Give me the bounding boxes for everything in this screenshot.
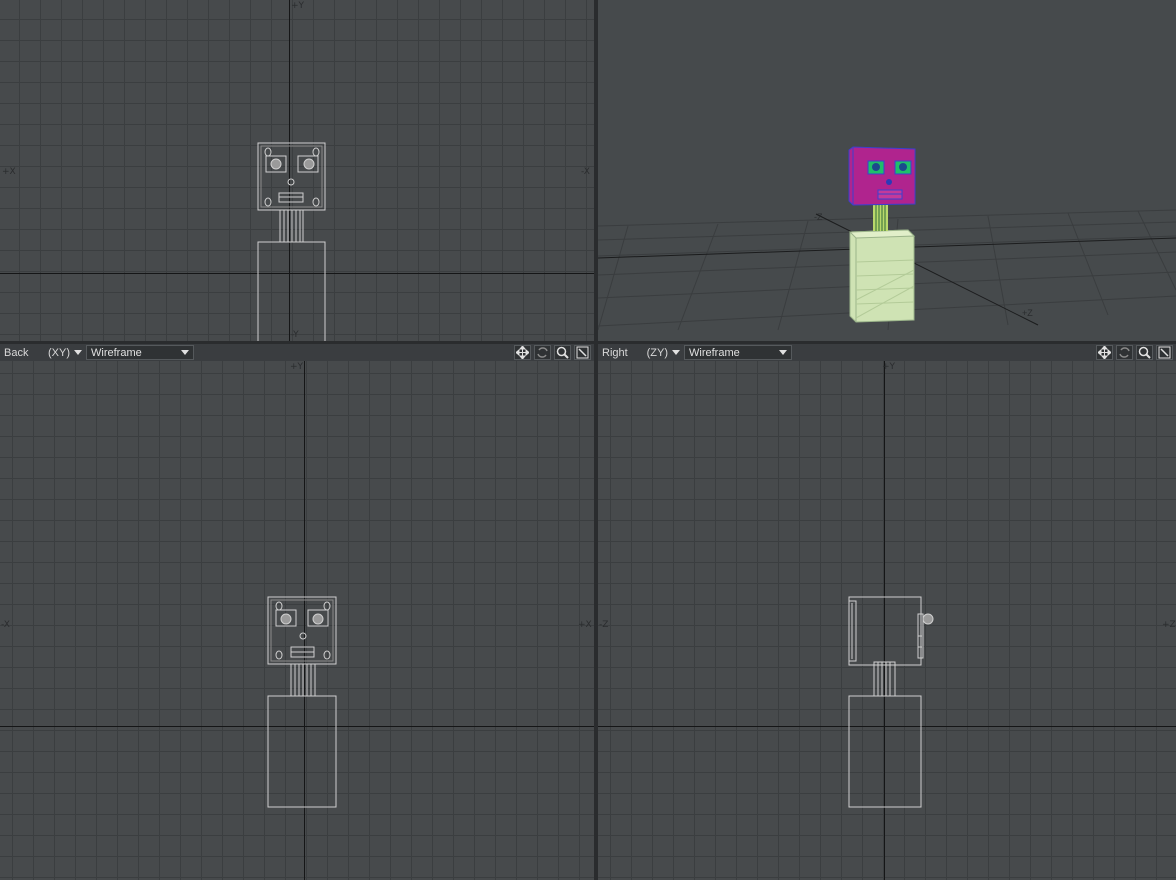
shading-dropdown[interactable]: Wireframe (86, 345, 194, 360)
viewport-perspective[interactable]: -Z +Z (598, 0, 1176, 341)
view-name: Right (602, 346, 628, 359)
shading-dropdown[interactable]: Wireframe (684, 345, 792, 360)
shading-label: Wireframe (91, 346, 142, 359)
maximize-button[interactable] (574, 345, 591, 360)
zoom-button[interactable] (554, 345, 571, 360)
chevron-down-icon (779, 350, 787, 355)
axis-pair-dropdown[interactable]: (ZY) (644, 347, 684, 359)
maximize-icon (576, 346, 589, 359)
robot-wireframe-side (848, 596, 934, 808)
viewport-back[interactable]: +Y -X +X (0, 361, 594, 880)
move-button[interactable] (1096, 345, 1113, 360)
axis-pair-label: (XY) (48, 346, 70, 359)
viewport-toolbar-back: Back (XY) Wireframe (0, 343, 594, 362)
zoom-icon (556, 346, 569, 359)
zoom-button[interactable] (1136, 345, 1153, 360)
rotate-button[interactable] (1116, 345, 1133, 360)
robot-wireframe-front (257, 142, 326, 341)
rotate-icon (1119, 347, 1130, 358)
robot-body (848, 229, 916, 323)
perspective-scene: -Z +Z (598, 146, 1176, 331)
move-icon (1098, 346, 1111, 359)
robot-head (848, 146, 916, 206)
maximize-button[interactable] (1156, 345, 1173, 360)
robot-neck (873, 205, 888, 231)
viewport-toolbar-right: Right (ZY) Wireframe (598, 343, 1176, 362)
maximize-icon (1158, 346, 1171, 359)
chevron-down-icon (74, 350, 82, 355)
chevron-down-icon (181, 350, 189, 355)
axis-label-z-neg: -Z (814, 212, 823, 222)
viewport-right[interactable]: +Y -Z +Z (598, 361, 1176, 880)
move-icon (516, 346, 529, 359)
axis-label-z-pos: +Z (1022, 308, 1033, 318)
zoom-icon (1138, 346, 1151, 359)
robot-wireframe-back (267, 596, 337, 808)
shading-label: Wireframe (689, 346, 740, 359)
chevron-down-icon (672, 350, 680, 355)
view-name: Back (4, 346, 29, 359)
rotate-icon (537, 347, 548, 358)
move-button[interactable] (514, 345, 531, 360)
axis-pair-label: (ZY) (646, 346, 668, 359)
rotate-button[interactable] (534, 345, 551, 360)
viewport-top-left[interactable]: +Y -Y +X -X (0, 0, 594, 341)
axis-pair-dropdown[interactable]: (XY) (46, 347, 86, 359)
